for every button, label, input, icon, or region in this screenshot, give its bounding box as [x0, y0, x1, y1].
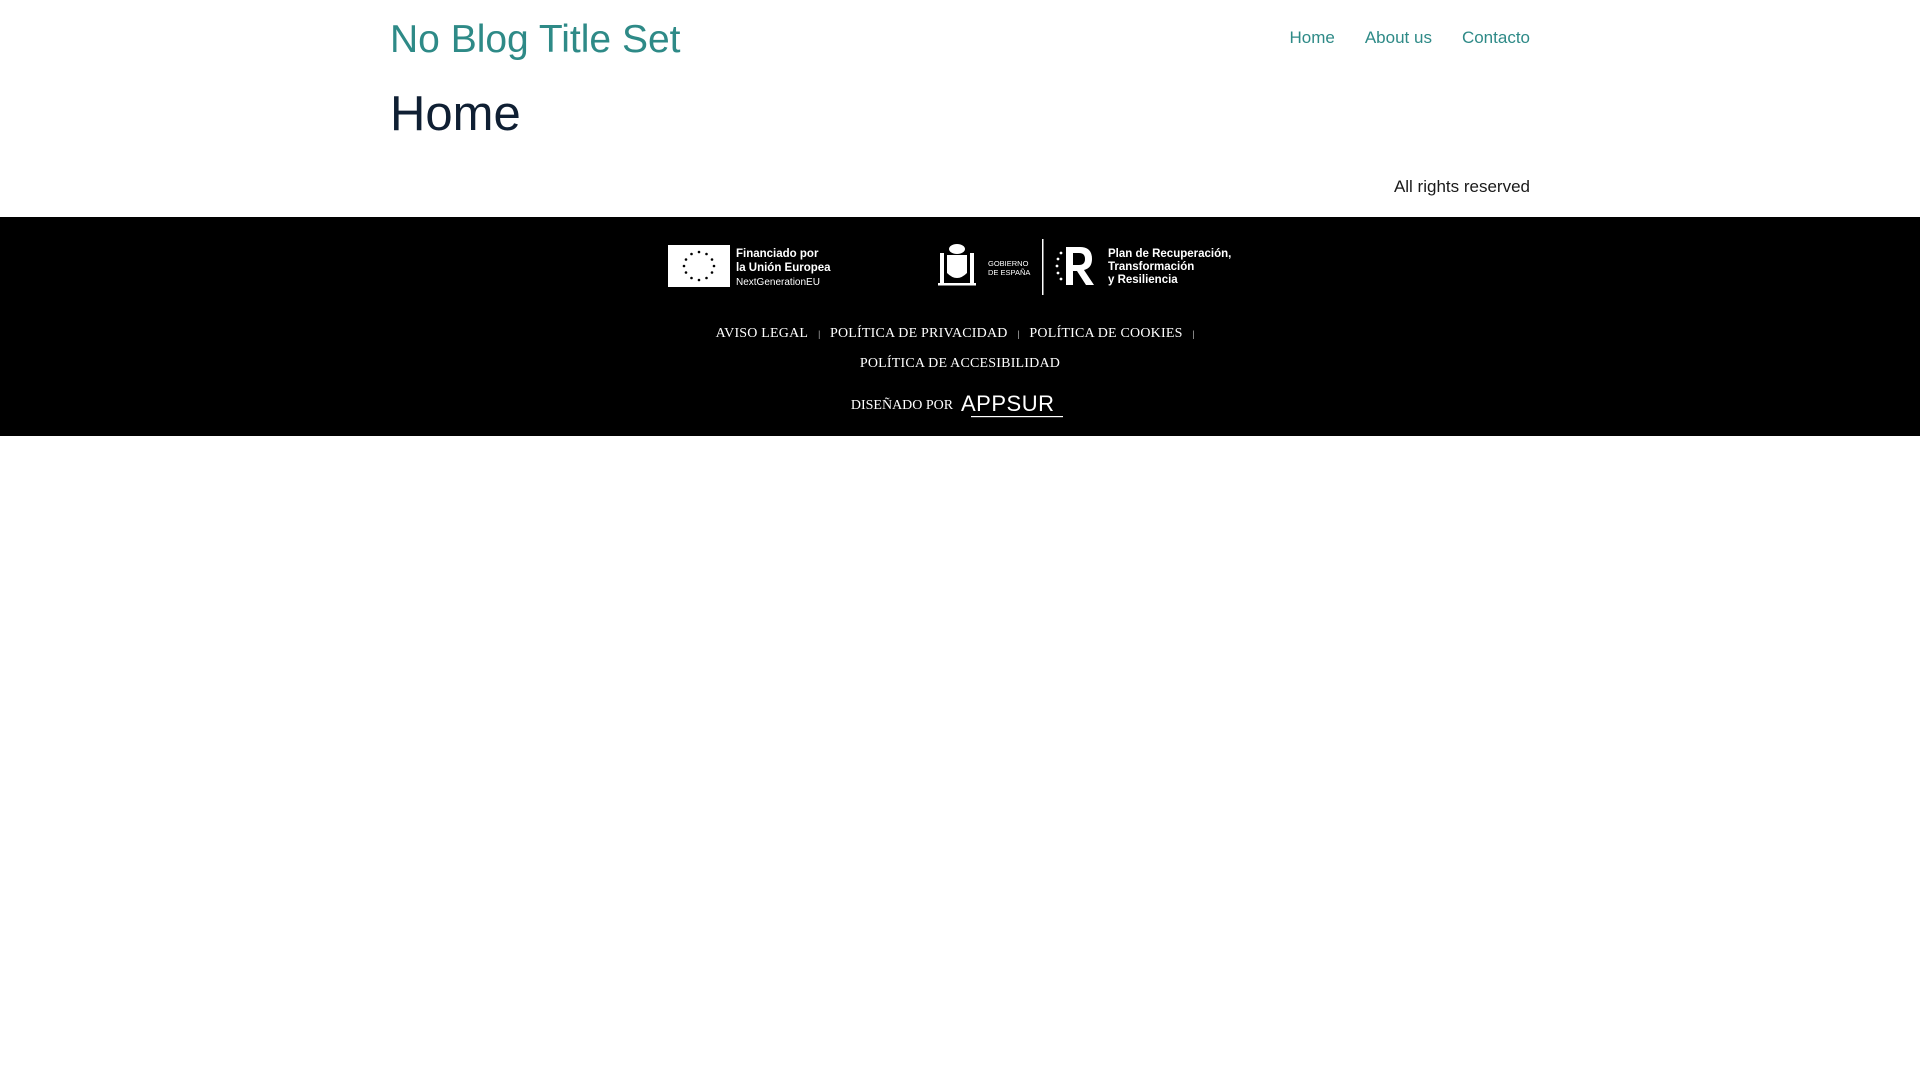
- eu-logo-line1: Financiado por: [736, 248, 819, 260]
- appsur-underline: [971, 416, 1064, 418]
- politica-cookies-link[interactable]: POLÍTICA DE COOKIES: [1029, 326, 1182, 342]
- rights-text: All rights reserved: [1393, 177, 1530, 196]
- appsur-logo-link[interactable]: APPSUR: [961, 392, 1069, 420]
- eu-nextgeneration-logo: Financiado por la Unión Europea NextGene…: [668, 245, 831, 288]
- nav-item-contacto[interactable]: Contacto: [1462, 28, 1530, 48]
- nav-item-home[interactable]: Home: [1289, 28, 1334, 48]
- legal-links: AVISO LEGAL | POLÍTICA DE PRIVACIDAD | P…: [0, 319, 1920, 379]
- legal-links-row-1: AVISO LEGAL | POLÍTICA DE PRIVACIDAD | P…: [0, 319, 1920, 349]
- designed-by-label: DISEÑADO POR: [850, 398, 954, 413]
- eu-logo-line3: NextGenerationEU: [736, 277, 820, 288]
- plan-line1: Plan de Recuperación,: [1108, 248, 1231, 260]
- aviso-legal-link[interactable]: AVISO LEGAL: [716, 326, 809, 342]
- funding-logos: Financiado por la Unión Europea NextGene…: [0, 239, 1920, 297]
- link-separator: |: [1192, 329, 1195, 339]
- prtr-emblem-icon: [1055, 247, 1094, 285]
- page-title: Home: [390, 87, 521, 141]
- politica-accesibilidad-link[interactable]: POLÍTICA DE ACCESIBILIDAD: [860, 356, 1060, 372]
- plan-line2: Transformación: [1108, 261, 1194, 273]
- legal-links-row-2: POLÍTICA DE ACCESIBILIDAD: [0, 349, 1920, 379]
- designer-credit: DISEÑADO POR APPSUR: [0, 392, 1920, 420]
- gobierno-line2: DE ESPAÑA: [988, 268, 1030, 277]
- eu-logo-line2: la Unión Europea: [736, 262, 831, 274]
- gobierno-line1: GOBIERNO: [988, 259, 1029, 268]
- nav-item-about-us[interactable]: About us: [1365, 28, 1432, 48]
- site-footer: Financiado por la Unión Europea NextGene…: [0, 217, 1920, 436]
- site-header: No Blog Title Set Home About us Contacto: [390, 14, 1530, 70]
- spain-coat-of-arms-icon: [938, 244, 976, 286]
- gobierno-plan-recuperacion-logo: GOBIERNO DE ESPAÑA Plan de Recuperación,…: [938, 239, 1231, 295]
- logo-divider: [1042, 239, 1044, 295]
- main-nav: Home About us Contacto: [1259, 28, 1530, 48]
- link-separator: |: [1017, 329, 1020, 339]
- link-separator: |: [818, 329, 820, 339]
- blog-title-link[interactable]: No Blog Title Set: [390, 18, 680, 62]
- plan-line3: y Resiliencia: [1108, 274, 1178, 286]
- appsur-logo-text: APPSUR: [961, 392, 1054, 416]
- politica-privacidad-link[interactable]: POLÍTICA DE PRIVACIDAD: [830, 326, 1008, 342]
